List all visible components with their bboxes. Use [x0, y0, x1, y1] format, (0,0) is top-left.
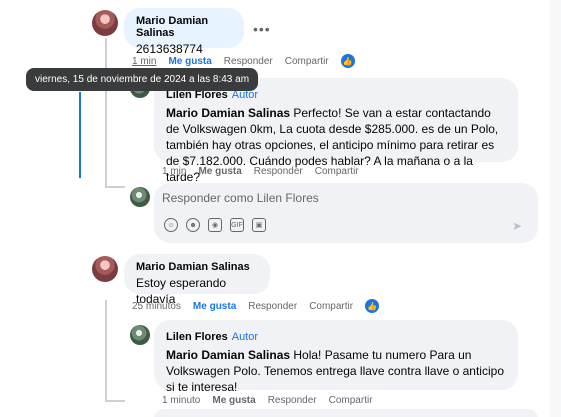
camera-icon[interactable]: ◉: [208, 218, 222, 232]
thread-line: [105, 400, 125, 402]
avatar[interactable]: [92, 10, 118, 36]
thread-line: [105, 300, 107, 400]
avatar[interactable]: [130, 325, 150, 345]
emoji-icon[interactable]: ☻: [186, 218, 200, 232]
next-reply-bubble: [154, 409, 538, 417]
like-reaction-icon[interactable]: 👍: [365, 299, 380, 313]
comment-actions: 1 min Me gusta Responder Compartir 👍: [132, 54, 355, 68]
highlight-line: [79, 92, 81, 178]
share-button[interactable]: Compartir: [315, 166, 359, 177]
author-badge: Autor: [231, 331, 259, 343]
reply-time[interactable]: 1 minuto: [162, 395, 200, 406]
comment-time[interactable]: 25 minutos: [132, 301, 181, 312]
comment-actions: 25 minutos Me gusta Responder Compartir …: [132, 299, 380, 313]
comment-author[interactable]: Mario Damian Salinas: [136, 15, 232, 39]
share-button[interactable]: Compartir: [285, 56, 329, 67]
reply-bubble: Lilen Flores Autor Mario Damian Salinas H…: [154, 320, 518, 394]
gif-icon[interactable]: GIF: [230, 218, 244, 232]
reply-actions: 1 minuto Me gusta Responder Compartir: [162, 395, 373, 406]
share-button[interactable]: Compartir: [329, 395, 373, 406]
like-reaction-icon[interactable]: 👍: [340, 54, 355, 68]
reply-button[interactable]: Responder: [254, 166, 303, 177]
reply-actions: 1 min Me gusta Responder Compartir: [162, 166, 359, 177]
stickers-icon[interactable]: ▣: [252, 218, 266, 232]
avatar[interactable]: [92, 256, 118, 282]
reply-button[interactable]: Responder: [224, 56, 273, 67]
comments-panel: Mario Damian Salinas 2613638774 ••• 1 mi…: [0, 0, 561, 417]
reply-button[interactable]: Responder: [268, 395, 317, 406]
mention[interactable]: Mario Damian Salinas: [166, 348, 290, 362]
avatar[interactable]: [130, 187, 150, 207]
send-icon[interactable]: ➤: [512, 219, 526, 233]
comment-time[interactable]: 1 min: [132, 56, 156, 67]
mention[interactable]: Mario Damian Salinas: [166, 106, 290, 120]
reply-icons: ☺ ☻ ◉ GIF ▣: [164, 218, 266, 232]
timestamp-tooltip: viernes, 15 de noviembre de 2024 a las 8…: [26, 68, 259, 91]
comment-bubble: Mario Damian Salinas 2613638774: [124, 8, 244, 56]
sticker-icon[interactable]: ☺: [164, 218, 178, 232]
like-button[interactable]: Me gusta: [168, 56, 211, 67]
comment-author[interactable]: Mario Damian Salinas: [136, 261, 258, 273]
share-button[interactable]: Compartir: [309, 301, 353, 312]
thread-line: [105, 38, 107, 188]
like-button[interactable]: Me gusta: [212, 395, 255, 406]
reply-time[interactable]: 1 min: [162, 166, 186, 177]
reply-author[interactable]: Lilen Flores: [166, 331, 228, 343]
reply-input-box[interactable]: Responder como Lilen Flores ☺ ☻ ◉ GIF ▣ …: [154, 183, 538, 243]
like-button[interactable]: Me gusta: [198, 166, 241, 177]
scrollbar[interactable]: [549, 0, 561, 417]
more-options-icon[interactable]: •••: [253, 21, 271, 37]
reply-text: Mario Damian Salinas Hola! Pasame tu num…: [166, 348, 504, 394]
reply-header: Lilen Flores Autor: [166, 327, 506, 345]
reply-button[interactable]: Responder: [248, 301, 297, 312]
like-button[interactable]: Me gusta: [193, 301, 236, 312]
comment-bubble: Mario Damian Salinas Estoy esperando tod…: [124, 254, 270, 306]
reply-input[interactable]: Responder como Lilen Flores: [162, 191, 319, 205]
thread-line: [105, 186, 125, 188]
